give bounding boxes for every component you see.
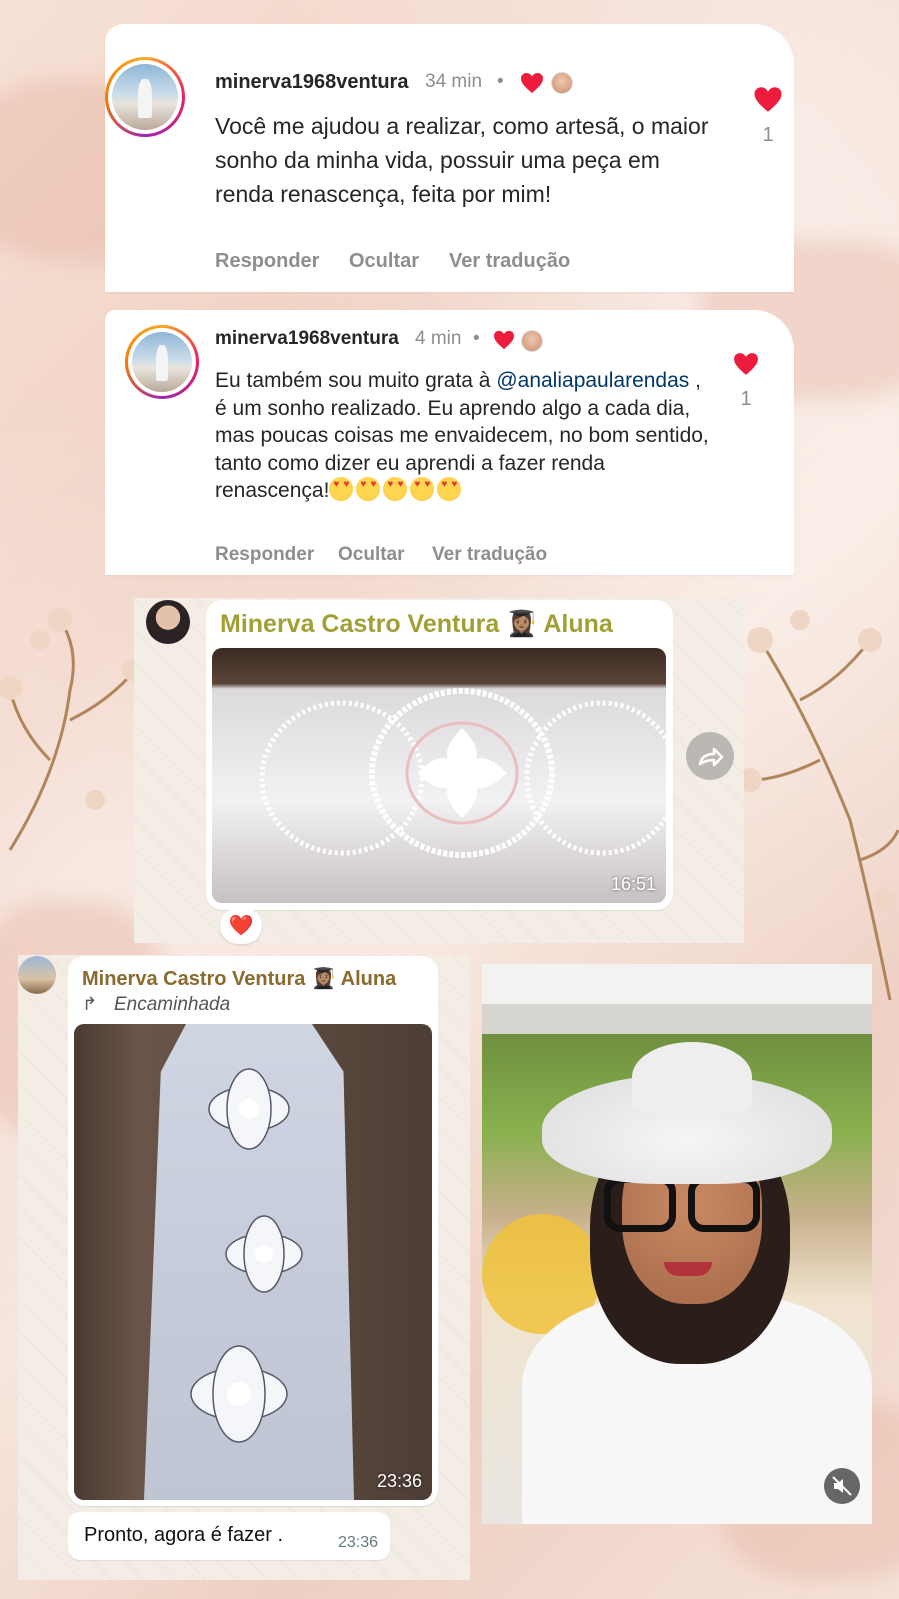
like-heart-icon[interactable] — [733, 352, 759, 376]
image-message-bubble: Minerva Castro Ventura 👩🏽‍🎓 Aluna ↱ Enca… — [68, 956, 438, 1506]
avatar[interactable] — [125, 325, 199, 399]
mute-button[interactable] — [824, 1468, 860, 1504]
forward-arrow-icon — [698, 747, 724, 767]
lace-dress-image[interactable]: 23:36 — [74, 1024, 432, 1500]
hide-button[interactable]: Ocultar — [349, 250, 419, 273]
comment-card: minerva1968ventura 4 min • Eu também sou… — [105, 310, 794, 575]
heart-eyes-emoji-row — [329, 477, 464, 502]
hat-crown — [632, 1042, 752, 1112]
sender-name: Minerva Castro Ventura 👩🏽‍🎓 Aluna — [220, 610, 613, 638]
image-message-bubble: Minerva Castro Ventura 👩🏽‍🎓 Aluna 16:51 — [206, 600, 673, 910]
comment-text: Você me ajudou a realizar, como artesã, … — [215, 113, 709, 207]
comment-username[interactable]: minerva1968ventura — [215, 71, 408, 94]
heart-reaction[interactable]: ❤️ — [220, 908, 262, 944]
lace-cloth-image[interactable]: 16:51 — [212, 648, 666, 903]
creator-avatar-mini — [551, 72, 573, 94]
selfie-photo[interactable] — [482, 964, 872, 1524]
comment-time: 34 min — [425, 71, 483, 92]
comment-username[interactable]: minerva1968ventura — [215, 328, 399, 350]
reply-button[interactable]: Responder — [215, 250, 319, 273]
forward-button[interactable] — [686, 732, 734, 780]
branch-illustration-left — [0, 608, 140, 851]
message-time: 23:36 — [376, 1471, 422, 1491]
sender-name: Minerva Castro Ventura 👩🏽‍🎓 Aluna — [82, 968, 397, 990]
sender-avatar[interactable] — [18, 956, 56, 994]
message-time: 23:36 — [337, 1534, 378, 1551]
creator-avatar-mini — [521, 330, 543, 352]
like-count: 1 — [740, 388, 752, 410]
forwarded-label: Encaminhada — [114, 994, 231, 1015]
like-count: 1 — [762, 124, 774, 146]
comment-text: Eu também sou muito grata à @analiapaula… — [215, 367, 715, 505]
message-time: 16:51 — [610, 874, 656, 894]
comment-time: 4 min — [415, 328, 462, 349]
text-message-bubble: Pronto, agora é fazer . 23:36 — [68, 1512, 390, 1560]
mute-icon — [832, 1476, 852, 1496]
reply-button[interactable]: Responder — [215, 544, 314, 566]
comment-text-start: Eu também sou muito grata à — [215, 369, 491, 392]
glasses-left — [604, 1176, 676, 1232]
see-translation-button[interactable]: Ver tradução — [432, 544, 547, 566]
creator-heart-icon — [520, 72, 544, 94]
glasses-right — [688, 1176, 760, 1232]
hide-button[interactable]: Ocultar — [338, 544, 405, 566]
see-translation-button[interactable]: Ver tradução — [449, 250, 570, 273]
sender-avatar[interactable] — [146, 600, 190, 644]
like-heart-icon[interactable] — [753, 86, 783, 113]
forwarded-icon: ↱ — [82, 994, 98, 1014]
avatar[interactable] — [105, 57, 185, 137]
lace-pattern — [259, 688, 666, 858]
branch-illustration-right — [740, 610, 899, 1001]
message-text: Pronto, agora é fazer . — [84, 1524, 284, 1546]
separator-dot: • — [473, 328, 480, 349]
comment-card: minerva1968ventura 34 min • Você me ajud… — [105, 24, 794, 292]
smile — [664, 1262, 712, 1276]
flower-embroidery — [190, 1068, 303, 1443]
creator-heart-icon — [493, 330, 515, 350]
mention-link[interactable]: @analiapaularendas — [496, 369, 689, 392]
separator-dot: • — [497, 71, 504, 92]
roof-beam — [482, 1004, 872, 1034]
